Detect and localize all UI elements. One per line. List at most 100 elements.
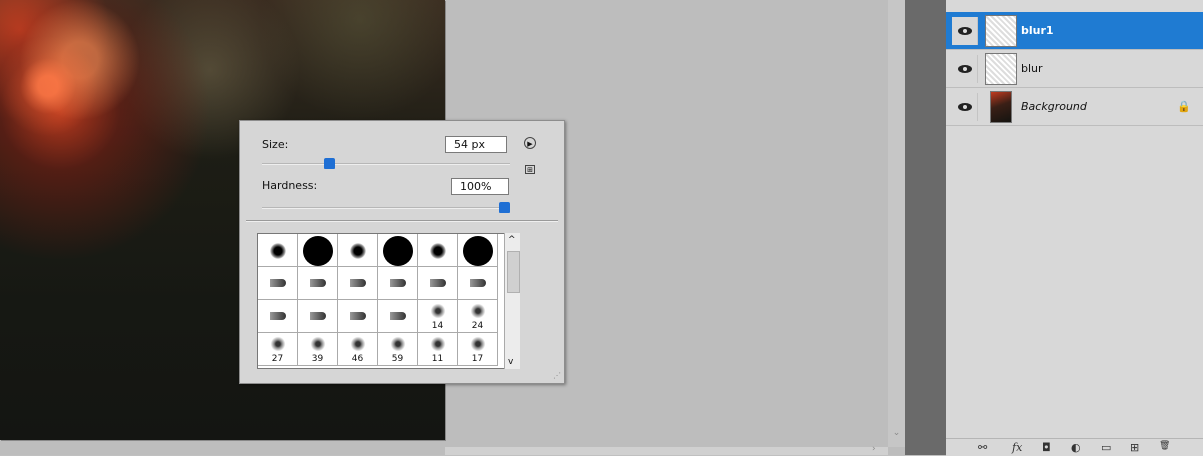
eye-icon — [958, 65, 972, 73]
hardness-label: Hardness: — [262, 179, 318, 192]
soft-round-brush-icon — [350, 243, 366, 259]
scroll-down-icon[interactable]: v — [508, 357, 513, 367]
scatter-brush-icon — [430, 336, 446, 352]
hard-round-brush-icon — [303, 236, 333, 266]
brush-preset-cell[interactable] — [298, 234, 338, 267]
brush-size-label: 17 — [471, 354, 484, 364]
brush-preset-cell[interactable] — [458, 234, 498, 267]
hard-round-brush-icon — [463, 236, 493, 266]
trash-icon[interactable]: 🗑 — [1159, 441, 1170, 451]
brush-preset-cell[interactable] — [258, 267, 298, 300]
scatter-brush-icon — [470, 336, 486, 352]
scatter-brush-icon — [390, 336, 406, 352]
brush-preset-cell[interactable]: 24 — [458, 300, 498, 333]
soft-round-brush-icon — [430, 243, 446, 259]
brush-preset-cell[interactable] — [338, 300, 378, 333]
scatter-brush-icon — [270, 336, 286, 352]
brush-size-label: 46 — [351, 354, 364, 364]
preset-grid-scrollbar[interactable]: ^ v — [504, 233, 520, 369]
scatter-brush-icon — [470, 303, 486, 319]
brush-preset-cell[interactable]: 11 — [418, 333, 458, 366]
brush-size-label: 24 — [471, 321, 484, 331]
brush-preset-cell[interactable] — [418, 234, 458, 267]
layer-thumbnail — [985, 53, 1017, 85]
flyout-menu-icon[interactable]: ▶ — [524, 137, 536, 149]
bristle-tip-brush-icon — [470, 279, 486, 287]
brush-preset-cell[interactable] — [258, 234, 298, 267]
hardness-field[interactable]: 100% — [451, 178, 509, 195]
brush-preset-cell[interactable] — [418, 267, 458, 300]
layer-name: Background — [1021, 100, 1087, 113]
scatter-brush-icon — [310, 336, 326, 352]
brush-preset-cell[interactable] — [378, 234, 418, 267]
brush-preset-cell[interactable] — [378, 300, 418, 333]
eye-icon — [958, 103, 972, 111]
layer-row[interactable]: blur1 — [946, 12, 1203, 50]
size-field[interactable]: 54 px — [445, 136, 507, 153]
layer-thumbnail — [985, 15, 1017, 47]
size-slider-track[interactable] — [262, 163, 510, 165]
layer-thumbnail — [990, 91, 1012, 123]
brush-size-label: 39 — [311, 354, 324, 364]
brush-preset-cell[interactable]: 59 — [378, 333, 418, 366]
brush-size-label: 27 — [271, 354, 284, 364]
brush-preset-cell[interactable]: 39 — [298, 333, 338, 366]
size-label: Size: — [262, 138, 289, 151]
layer-row[interactable]: blur — [946, 50, 1203, 88]
brush-preset-cell[interactable] — [338, 267, 378, 300]
brush-preset-cell[interactable]: 46 — [338, 333, 378, 366]
layers-panel-footer: ⚯ fx ◘ ◐ ▭ ⊞ 🗑 — [946, 438, 1203, 456]
new-preset-icon[interactable]: ⊞ — [525, 165, 535, 174]
group-icon[interactable]: ▭ — [1101, 441, 1111, 454]
horizontal-scrollbar[interactable] — [445, 447, 888, 455]
mask-icon[interactable]: ◘ — [1042, 441, 1051, 454]
bristle-tip-brush-icon — [350, 312, 366, 320]
brush-preset-cell[interactable] — [258, 300, 298, 333]
layers-panel: blur1 blur Background 🔒 ⚯ fx ◘ ◐ ▭ ⊞ 🗑 — [946, 0, 1203, 456]
hardness-slider-thumb[interactable] — [499, 202, 510, 213]
bristle-tip-brush-icon — [270, 312, 286, 320]
new-layer-icon[interactable]: ⊞ — [1130, 441, 1139, 454]
bristle-tip-brush-icon — [390, 279, 406, 287]
lock-icon: 🔒 — [1177, 100, 1191, 113]
visibility-toggle[interactable] — [952, 17, 978, 45]
scroll-down-arrow-icon[interactable]: ⌄ — [890, 428, 903, 442]
brush-preset-cell[interactable] — [458, 267, 498, 300]
scroll-up-icon[interactable]: ^ — [508, 235, 516, 245]
hard-round-brush-icon — [383, 236, 413, 266]
bristle-tip-brush-icon — [350, 279, 366, 287]
size-slider-thumb[interactable] — [323, 158, 335, 169]
brush-preset-cell[interactable]: 27 — [258, 333, 298, 366]
brush-preset-cell[interactable] — [338, 234, 378, 267]
visibility-toggle[interactable] — [952, 93, 978, 121]
bristle-tip-brush-icon — [310, 312, 326, 320]
bristle-tip-brush-icon — [310, 279, 326, 287]
hardness-slider-track[interactable] — [262, 207, 510, 209]
separator — [246, 220, 558, 222]
brush-preset-cell[interactable] — [378, 267, 418, 300]
scatter-brush-icon — [430, 303, 446, 319]
fx-icon[interactable]: fx — [1012, 441, 1022, 454]
scatter-brush-icon — [350, 336, 366, 352]
eye-icon — [958, 27, 972, 35]
layer-row[interactable]: Background 🔒 — [946, 88, 1203, 126]
visibility-toggle[interactable] — [952, 55, 978, 83]
bristle-tip-brush-icon — [390, 312, 406, 320]
brush-preset-cell[interactable] — [298, 300, 338, 333]
scrollbar-thumb[interactable] — [507, 251, 520, 293]
scroll-right-arrow-icon[interactable]: › — [872, 444, 876, 454]
brush-size-label: 14 — [431, 321, 444, 331]
resize-grip-icon[interactable]: ⋰ — [553, 371, 561, 380]
brush-size-label: 11 — [431, 354, 444, 364]
layer-name: blur1 — [1021, 24, 1054, 37]
brush-preset-picker: Size: 54 px ▶ ⊞ Hardness: 100% 14 24 27 39 4… — [239, 120, 565, 384]
brush-preset-cell[interactable]: 17 — [458, 333, 498, 366]
vertical-scrollbar[interactable] — [888, 0, 905, 447]
brush-preset-cell[interactable] — [298, 267, 338, 300]
brush-preset-cell[interactable]: 14 — [418, 300, 458, 333]
adjustment-icon[interactable]: ◐ — [1071, 441, 1081, 454]
brush-size-label: 59 — [391, 354, 404, 364]
link-icon[interactable]: ⚯ — [978, 441, 987, 454]
soft-round-brush-icon — [270, 243, 286, 259]
bristle-tip-brush-icon — [270, 279, 286, 287]
